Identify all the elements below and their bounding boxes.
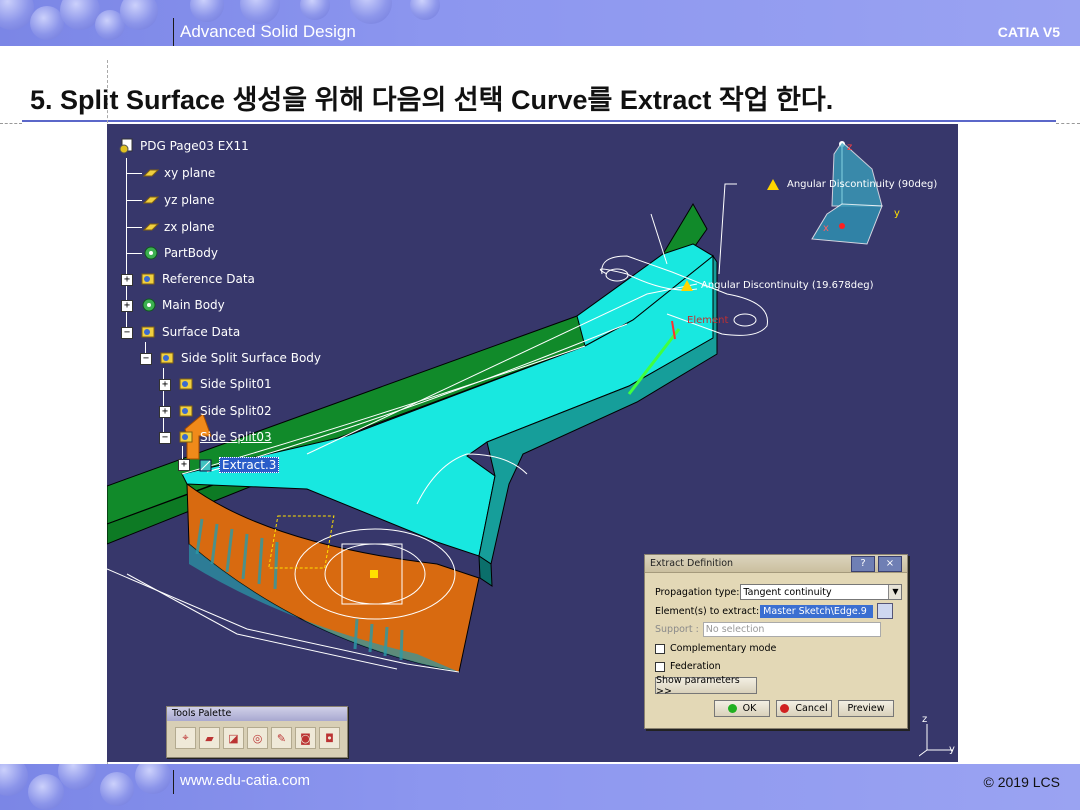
tools-icon[interactable]: ✎ — [271, 727, 292, 749]
body-gear-icon — [142, 245, 160, 261]
warning-angular-90: Angular Discontinuity (90deg) — [767, 179, 937, 190]
catia-viewport[interactable]: z y x Angular Discontinuity (90deg) Angu… — [107, 124, 958, 762]
part-icon — [118, 138, 136, 154]
help-button[interactable]: ? — [851, 556, 875, 572]
header-separator — [173, 18, 174, 46]
tree-item-root[interactable]: PDG Page03 EX11 — [118, 135, 249, 157]
search-icon[interactable]: ◎ — [247, 727, 268, 749]
propagation-row: Propagation type: Tangent continuity ▼ — [655, 584, 903, 600]
elements-label: Element(s) to extract: — [655, 605, 760, 617]
footer-banner: www.edu-catia.com © 2019 LCS — [0, 764, 1080, 810]
folder-icon[interactable]: ▰ — [199, 727, 220, 749]
guide-dash-right — [1056, 123, 1080, 124]
tree-item-xy-plane[interactable]: xy plane — [142, 162, 215, 184]
copyright: © 2019 LCS — [983, 774, 1060, 790]
camera-icon[interactable]: ◙ — [295, 727, 316, 749]
tree-item-main-body[interactable]: Main Body — [140, 294, 225, 316]
support-field[interactable]: No selection — [702, 622, 881, 637]
edit-list-icon[interactable] — [877, 603, 894, 619]
elements-row: Element(s) to extract: Master Sketch\Edg… — [655, 603, 894, 619]
title-rule — [22, 120, 1056, 122]
tree-item-reference-data[interactable]: Reference Data — [140, 268, 255, 290]
geometrical-set-icon — [178, 429, 196, 445]
geometrical-set-icon — [178, 403, 196, 419]
plane-icon — [142, 165, 160, 181]
tree-expander[interactable]: + — [121, 300, 133, 312]
tree-expander[interactable]: + — [159, 379, 171, 391]
tree-item-side-split01[interactable]: Side Split01 — [178, 373, 272, 395]
tree-item-surface-data[interactable]: Surface Data — [140, 321, 240, 343]
geometrical-set-icon — [159, 350, 177, 366]
plane-icon — [142, 219, 160, 235]
complementary-mode-checkbox[interactable] — [655, 643, 665, 654]
complementary-mode-row[interactable]: Complementary mode — [655, 643, 776, 654]
tools-palette-title[interactable]: Tools Palette — [167, 707, 347, 721]
tree-item-yz-plane[interactable]: yz plane — [142, 189, 215, 211]
tree-item-partbody[interactable]: PartBody — [142, 242, 218, 264]
axis-y-label: y — [949, 744, 955, 755]
extract-icon — [197, 457, 215, 473]
footer-separator — [173, 770, 174, 794]
tree-expander[interactable]: + — [159, 406, 171, 418]
federation-label: Federation — [670, 661, 721, 672]
website-link[interactable]: www.edu-catia.com — [180, 772, 310, 789]
extract-definition-dialog[interactable]: Extract Definition ? × Propagation type:… — [644, 554, 908, 729]
tree-expander[interactable]: + — [121, 274, 133, 286]
compass-z-label: z — [847, 142, 853, 153]
course-title: Advanced Solid Design — [180, 22, 356, 41]
tree-item-side-split02[interactable]: Side Split02 — [178, 400, 272, 422]
show-parameters-button[interactable]: Show parameters >> — [655, 675, 757, 697]
tree-expander[interactable]: + — [178, 459, 190, 471]
warning-icon — [681, 280, 693, 291]
warning-icon — [767, 179, 779, 190]
propagation-type-select[interactable]: Tangent continuity ▼ — [740, 584, 903, 600]
preview-button[interactable]: Preview — [838, 700, 894, 717]
tree-item-side-split03[interactable]: Side Split03 — [178, 426, 272, 448]
federation-checkbox[interactable] — [655, 661, 665, 672]
tree-item-side-split-surface-body[interactable]: Side Split Surface Body — [159, 347, 321, 369]
warning-angular-19: Angular Discontinuity (19.678deg) — [681, 280, 874, 291]
geometrical-set-icon — [140, 324, 158, 340]
dialog-titlebar[interactable]: Extract Definition ? × — [645, 555, 907, 573]
axis-z-label: z — [922, 714, 928, 725]
capture-icon[interactable]: ◘ — [319, 727, 340, 749]
chevron-down-icon[interactable]: ▼ — [888, 585, 902, 599]
plane-icon — [142, 192, 160, 208]
tree-item-zx-plane[interactable]: zx plane — [142, 216, 215, 238]
cancel-button[interactable]: Cancel — [776, 700, 832, 717]
compass-x-label: x — [823, 223, 829, 234]
dialog-title: Extract Definition — [650, 558, 734, 569]
cancel-icon — [780, 704, 790, 713]
elements-to-extract-field[interactable]: Master Sketch\Edge.9 — [760, 604, 874, 618]
slide-title: 5. Split Surface 생성을 위해 다음의 선택 Curve를 Ex… — [30, 85, 834, 115]
complementary-mode-label: Complementary mode — [670, 643, 777, 654]
header-banner: Advanced Solid Design CATIA V5 — [0, 0, 1080, 46]
tree-collapser[interactable]: − — [159, 432, 171, 444]
snap-icon[interactable]: ⌖ — [175, 727, 196, 749]
select-icon[interactable]: ◪ — [223, 727, 244, 749]
geometrical-set-icon — [140, 271, 158, 287]
propagation-label: Propagation type: — [655, 586, 740, 598]
tools-palette[interactable]: Tools Palette ⌖ ▰ ◪ ◎ ✎ ◙ ◘ — [166, 706, 348, 758]
close-button[interactable]: × — [878, 556, 902, 572]
tree-item-extract3[interactable]: Extract.3 — [197, 454, 280, 476]
support-label: Support : — [655, 624, 699, 635]
ok-button[interactable]: OK — [714, 700, 770, 717]
ok-icon — [727, 704, 737, 713]
federation-row[interactable]: Federation — [655, 661, 721, 672]
element-label: Element — [687, 315, 729, 326]
tree-collapser[interactable]: − — [140, 353, 152, 365]
compass-y-label: y — [894, 208, 900, 219]
tree-collapser[interactable]: − — [121, 327, 133, 339]
geometrical-set-icon — [178, 376, 196, 392]
body-gear-icon — [140, 297, 158, 313]
guide-dash-left — [0, 123, 22, 124]
support-row: Support : No selection — [655, 622, 881, 637]
product-name: CATIA V5 — [997, 24, 1060, 40]
